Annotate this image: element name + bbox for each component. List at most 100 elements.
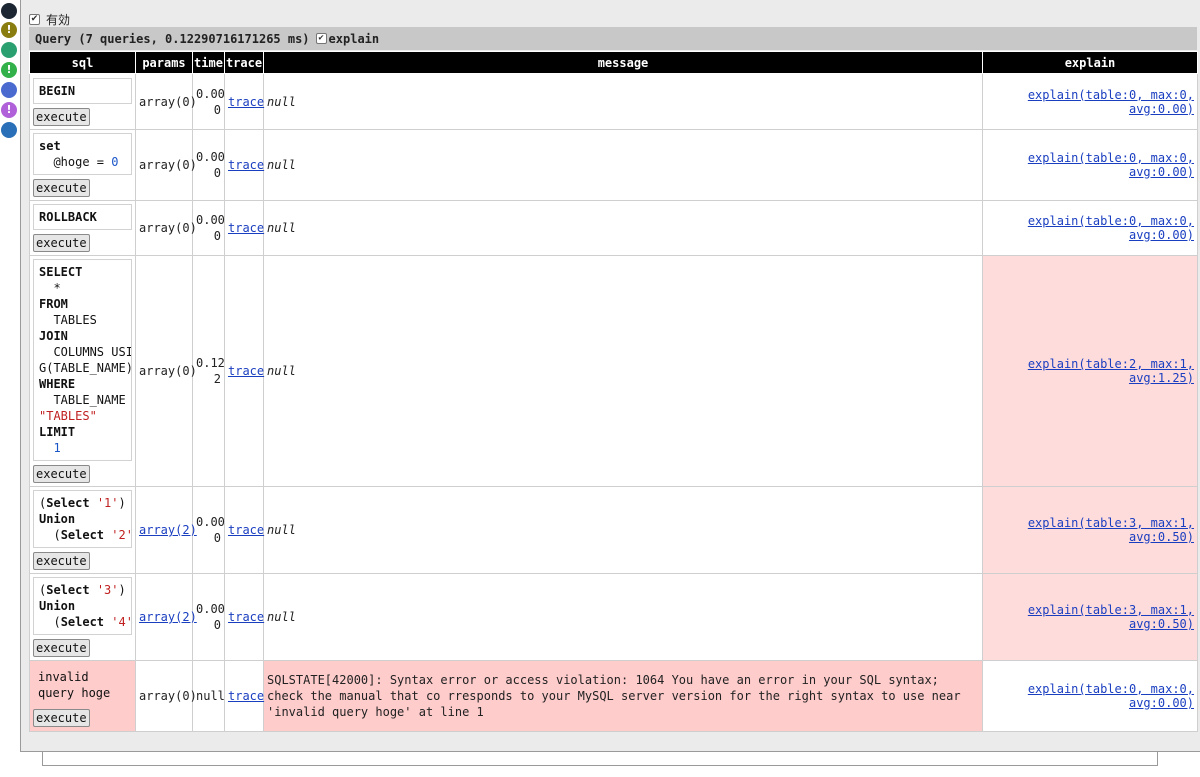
sql-text[interactable]: invalid query hoge bbox=[33, 665, 132, 705]
explain-link[interactable]: explain(table:0, max:0, avg:0.00) bbox=[1028, 682, 1194, 710]
execute-button[interactable]: execute bbox=[33, 639, 90, 657]
sql-cell: SELECT * FROM TABLES JOIN COLUMNS USIN G… bbox=[29, 255, 136, 487]
trace-cell: trace bbox=[224, 73, 264, 130]
explain-link[interactable]: explain(table:3, max:1, avg:0.50) bbox=[1028, 516, 1194, 544]
trace-link[interactable]: trace bbox=[228, 158, 264, 172]
trace-cell: trace bbox=[224, 573, 264, 661]
sql-cell: invalid query hoge execute bbox=[29, 660, 136, 732]
trace-link[interactable]: trace bbox=[228, 364, 264, 378]
execute-button[interactable]: execute bbox=[33, 107, 90, 126]
sql-cell: (Select '3') Union (Select '4') execute bbox=[29, 573, 136, 661]
trace-cell: trace bbox=[224, 129, 264, 201]
query-table: sql params time trace message explain BE… bbox=[29, 51, 1198, 732]
trace-link[interactable]: trace bbox=[228, 523, 264, 537]
params-cell: array(2) bbox=[135, 486, 197, 574]
sql-cell: set @hoge = 0 execute bbox=[29, 129, 136, 201]
trace-link[interactable]: trace bbox=[228, 610, 264, 624]
table-row: ROLLBACK execute array(0) 0.00 0 trace nu… bbox=[29, 200, 1198, 256]
execute-button[interactable]: execute bbox=[33, 552, 90, 570]
explain-link[interactable]: explain(table:0, max:0, avg:0.00) bbox=[1028, 88, 1194, 116]
notice-icon[interactable]: ! bbox=[1, 62, 17, 78]
query-title: Query (7 queries, 0.12290716171265 ms) bbox=[35, 31, 310, 46]
explain-cell: explain(table:0, max:0, avg:0.00) bbox=[982, 200, 1198, 256]
message-cell: null bbox=[263, 486, 983, 574]
valid-toggle: ✔ 有効 bbox=[29, 10, 70, 28]
message-cell: null bbox=[263, 255, 983, 487]
error-purple-icon[interactable]: ! bbox=[1, 102, 17, 118]
table-row: (Select '3') Union (Select '4') execute … bbox=[29, 573, 1198, 661]
message-cell: null bbox=[263, 200, 983, 256]
query-header: Query (7 queries, 0.12290716171265 ms) ✔… bbox=[29, 27, 1197, 50]
trace-link[interactable]: trace bbox=[228, 689, 264, 703]
execute-button[interactable]: execute bbox=[33, 234, 90, 252]
time-cell: 0.00 0 bbox=[192, 486, 225, 574]
time-cell: null bbox=[192, 660, 225, 732]
time-cell: 0.00 0 bbox=[192, 573, 225, 661]
table-row: SELECT * FROM TABLES JOIN COLUMNS USIN G… bbox=[29, 255, 1198, 487]
explain-link[interactable]: explain(table:3, max:1, avg:0.50) bbox=[1028, 603, 1194, 631]
table-row: BEGIN execute array(0) 0.00 0 trace null … bbox=[29, 73, 1198, 130]
table-header: sql params time trace message explain bbox=[29, 51, 1198, 74]
execute-button[interactable]: execute bbox=[33, 179, 90, 197]
message-cell: null bbox=[263, 129, 983, 201]
col-params: params bbox=[135, 51, 193, 74]
valid-label: 有効 bbox=[46, 12, 71, 27]
trace-link[interactable]: trace bbox=[228, 95, 264, 109]
col-trace: trace bbox=[224, 51, 264, 74]
warning-icon[interactable]: ! bbox=[1, 22, 17, 38]
sql-text[interactable]: SELECT * FROM TABLES JOIN COLUMNS USIN G… bbox=[33, 259, 132, 461]
explain-cell: explain(table:0, max:0, avg:0.00) bbox=[982, 129, 1198, 201]
explain-link[interactable]: explain(table:0, max:0, avg:0.00) bbox=[1028, 151, 1194, 179]
sql-text[interactable]: BEGIN bbox=[33, 77, 132, 104]
explain-link[interactable]: explain(table:0, max:0, avg:0.00) bbox=[1028, 214, 1194, 242]
params-cell: array(2) bbox=[135, 573, 197, 661]
explain-cell: explain(table:2, max:1, avg:1.25) bbox=[982, 255, 1198, 487]
col-explain: explain bbox=[982, 51, 1198, 74]
error-message-cell: SQLSTATE[42000]: Syntax error or access … bbox=[263, 660, 983, 732]
trace-cell: trace bbox=[224, 486, 264, 574]
info-blue-icon[interactable] bbox=[1, 82, 17, 98]
sql-cell: BEGIN execute bbox=[29, 73, 136, 130]
sql-text[interactable]: (Select '1') Union (Select '2') bbox=[33, 490, 132, 548]
params-cell: array(0) bbox=[135, 73, 197, 130]
explain-cell: explain(table:0, max:0, avg:0.00) bbox=[982, 73, 1198, 130]
sql-text[interactable]: ROLLBACK bbox=[33, 204, 132, 230]
explain-checkbox[interactable]: ✔ bbox=[315, 33, 327, 44]
sql-text[interactable]: set @hoge = 0 bbox=[33, 133, 132, 175]
sql-text[interactable]: (Select '3') Union (Select '4') bbox=[33, 577, 132, 635]
sql-cell: (Select '1') Union (Select '2') execute bbox=[29, 486, 136, 574]
explain-cell: explain(table:0, max:0, avg:0.00) bbox=[982, 660, 1198, 732]
params-cell: array(0) bbox=[135, 129, 197, 201]
trace-cell: trace bbox=[224, 200, 264, 256]
bottom-frame bbox=[42, 752, 1158, 766]
col-time: time bbox=[192, 51, 225, 74]
message-cell: null bbox=[263, 73, 983, 130]
log-blue-icon[interactable] bbox=[1, 122, 17, 138]
execute-button[interactable]: execute bbox=[33, 709, 90, 727]
sql-cell: ROLLBACK execute bbox=[29, 200, 136, 256]
params-cell: array(0) bbox=[135, 660, 197, 732]
table-row: invalid query hoge execute array(0) null… bbox=[29, 660, 1198, 732]
explain-cell: explain(table:3, max:1, avg:0.50) bbox=[982, 486, 1198, 574]
col-message: message bbox=[263, 51, 983, 74]
explain-cell: explain(table:3, max:1, avg:0.50) bbox=[982, 573, 1198, 661]
debug-icon[interactable] bbox=[1, 3, 17, 19]
explain-link[interactable]: explain(table:2, max:1, avg:1.25) bbox=[1028, 357, 1194, 385]
table-row: (Select '1') Union (Select '2') execute … bbox=[29, 486, 1198, 574]
time-cell: 0.00 0 bbox=[192, 129, 225, 201]
col-sql: sql bbox=[29, 51, 136, 74]
info-green-icon[interactable] bbox=[1, 42, 17, 58]
trace-cell: trace bbox=[224, 660, 264, 732]
time-cell: 0.00 0 bbox=[192, 73, 225, 130]
params-link[interactable]: array(2) bbox=[139, 610, 197, 624]
message-cell: null bbox=[263, 573, 983, 661]
valid-checkbox[interactable]: ✔ bbox=[29, 13, 40, 25]
table-row: set @hoge = 0 execute array(0) 0.00 0 tra… bbox=[29, 129, 1198, 201]
trace-link[interactable]: trace bbox=[228, 221, 264, 235]
time-cell: 0.12 2 bbox=[192, 255, 225, 487]
execute-button[interactable]: execute bbox=[33, 465, 90, 483]
time-cell: 0.00 0 bbox=[192, 200, 225, 256]
params-link[interactable]: array(2) bbox=[139, 523, 197, 537]
params-cell: array(0) bbox=[135, 200, 197, 256]
params-cell: array(0) bbox=[135, 255, 197, 487]
